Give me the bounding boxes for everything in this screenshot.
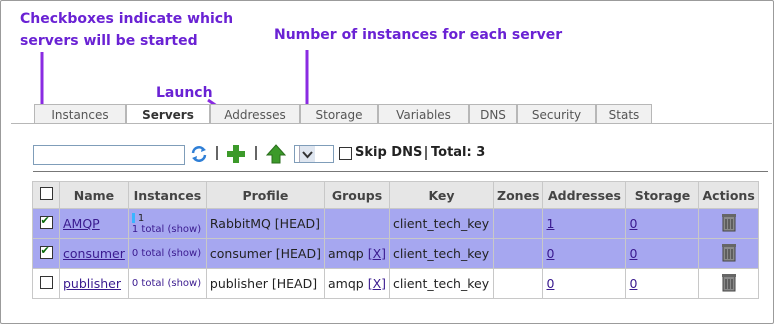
refresh-icon[interactable] — [189, 144, 209, 168]
instance-count: 1 — [137, 212, 145, 224]
tab-stats[interactable]: Stats — [596, 104, 652, 124]
group-name: amqp — [327, 246, 364, 261]
addresses-link[interactable]: 1 — [546, 216, 554, 231]
column-header-profile[interactable]: Profile — [205, 181, 325, 209]
zones-cell — [493, 238, 544, 269]
column-header-key[interactable]: Key — [389, 181, 495, 209]
profile-cell: consumer [HEAD] — [205, 238, 325, 269]
profile-cell: RabbitMQ [HEAD] — [205, 208, 325, 239]
storage-cell: 0 — [625, 238, 700, 269]
remove-group-link[interactable]: [X] — [368, 276, 386, 291]
addresses-cell: 0 — [542, 238, 627, 269]
add-icon[interactable] — [226, 144, 246, 168]
row-checkbox[interactable] — [39, 244, 53, 259]
skip-dns-label: Skip DNS — [355, 145, 423, 160]
trash-icon[interactable] — [721, 242, 737, 265]
server-name-cell: publisher — [59, 268, 129, 299]
column-header-actions: Actions — [698, 181, 759, 209]
divider — [33, 171, 768, 172]
column-header-zones[interactable]: Zones — [493, 181, 544, 209]
annotation-checkboxes: Checkboxes indicate which servers will b… — [20, 11, 234, 49]
row-checkbox[interactable] — [39, 214, 53, 229]
tab-storage[interactable]: Storage — [300, 104, 378, 124]
row-checkbox[interactable] — [39, 275, 53, 289]
table-header-row: Name Instances Profile Groups Key Zones … — [32, 181, 759, 209]
table-row[interactable]: AMQP11 total (show)RabbitMQ [HEAD] clien… — [32, 208, 759, 239]
server-name-link[interactable]: publisher — [63, 276, 121, 291]
column-header-instances[interactable]: Instances — [127, 181, 207, 209]
instances-cell: 0 total (show) — [127, 268, 207, 299]
skip-dns-checkbox[interactable] — [339, 147, 352, 160]
search-input[interactable] — [33, 145, 185, 165]
groups-cell: amqp [X] — [323, 268, 391, 299]
row-checkbox-cell[interactable] — [32, 238, 60, 269]
tab-addresses[interactable]: Addresses — [210, 104, 300, 124]
server-name-link[interactable]: consumer — [63, 246, 125, 261]
annotation-instances: Number of instances for each server — [274, 27, 563, 43]
column-header-name[interactable]: Name — [59, 181, 129, 209]
remove-group-link[interactable]: [X] — [368, 246, 386, 261]
trash-icon[interactable] — [721, 272, 737, 295]
groups-cell — [323, 208, 391, 239]
addresses-link[interactable]: 0 — [546, 246, 554, 261]
chevron-down-icon[interactable] — [299, 146, 315, 162]
storage-link[interactable]: 0 — [629, 246, 637, 261]
group-name: amqp — [327, 276, 364, 291]
tab-variables[interactable]: Variables — [378, 104, 469, 124]
zones-cell — [493, 208, 544, 239]
storage-link[interactable]: 0 — [629, 276, 637, 291]
key-cell: client_tech_key — [389, 238, 495, 269]
instances-select[interactable]: 2 — [294, 145, 334, 163]
toolbar-separator — [255, 146, 257, 160]
storage-cell: 0 — [625, 268, 700, 299]
toolbar: 2 Skip DNS Total: 3 — [33, 144, 773, 166]
launch-icon[interactable] — [265, 144, 287, 168]
server-name-cell: consumer — [59, 238, 129, 269]
instances-total-link[interactable]: 1 total (show) — [132, 224, 203, 235]
instances-total-link[interactable]: 0 total (show) — [132, 278, 203, 289]
tab-instances[interactable]: Instances — [34, 104, 126, 124]
server-name-cell: AMQP — [59, 208, 129, 239]
table-row[interactable]: consumer 0 total (show)consumer [HEAD]amq… — [32, 238, 759, 269]
tab-security[interactable]: Security — [517, 104, 596, 124]
server-name-link[interactable]: AMQP — [63, 216, 100, 231]
row-checkbox-cell[interactable] — [32, 208, 60, 239]
groups-cell: amqp [X] — [323, 238, 391, 269]
select-all-header[interactable] — [32, 181, 60, 209]
key-cell: client_tech_key — [389, 268, 495, 299]
column-header-groups[interactable]: Groups — [323, 181, 391, 209]
instances-total-link[interactable]: 0 total (show) — [132, 248, 203, 259]
instances-cell: 11 total (show) — [127, 208, 207, 239]
row-checkbox-cell[interactable] — [32, 268, 60, 299]
instances-cell: 0 total (show) — [127, 238, 207, 269]
toolbar-separator — [216, 146, 218, 160]
zones-cell — [493, 268, 544, 299]
addresses-cell: 1 — [542, 208, 627, 239]
column-header-addresses[interactable]: Addresses — [542, 181, 627, 209]
actions-cell — [698, 238, 759, 269]
toolbar-separator — [425, 146, 427, 160]
actions-cell — [698, 208, 759, 239]
addresses-link[interactable]: 0 — [546, 276, 554, 291]
total-count: Total: 3 — [431, 145, 486, 160]
profile-cell: publisher [HEAD] — [205, 268, 325, 299]
servers-table: Name Instances Profile Groups Key Zones … — [32, 181, 759, 299]
key-cell: client_tech_key — [389, 208, 495, 239]
annotation-launch: Launch — [156, 85, 213, 101]
column-header-storage[interactable]: Storage — [625, 181, 700, 209]
select-all-checkbox[interactable] — [39, 187, 53, 200]
table-row[interactable]: publisher 0 total (show) publisher [HEAD] a… — [32, 268, 759, 299]
actions-cell — [698, 268, 759, 299]
addresses-cell: 0 — [542, 268, 627, 299]
tab-dns[interactable]: DNS — [469, 104, 517, 124]
instance-meter-icon — [131, 212, 135, 223]
storage-link[interactable]: 0 — [629, 216, 637, 231]
trash-icon[interactable] — [721, 212, 737, 235]
storage-cell: 0 — [625, 208, 700, 239]
